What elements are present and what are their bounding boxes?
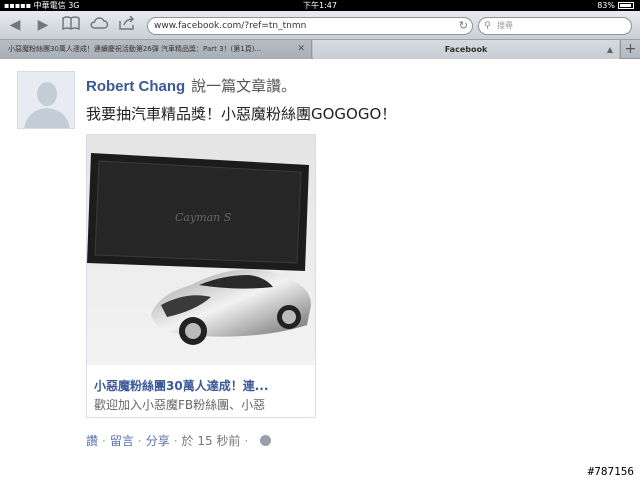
- comment-link[interactable]: 留言: [110, 434, 134, 448]
- battery-icon: [618, 2, 634, 9]
- post-header: Robert Chang 說一篇文章讚。: [86, 76, 296, 97]
- post-action: 說一篇文章讚。: [191, 77, 297, 95]
- clock: 下午1:47: [303, 1, 337, 10]
- watermark: #787156: [585, 465, 636, 478]
- loading-icon: ▲: [606, 45, 613, 54]
- globe-icon: [260, 435, 272, 446]
- like-link[interactable]: 讚: [86, 434, 98, 448]
- reload-icon[interactable]: ↻: [459, 18, 468, 34]
- post-message: 我要抽汽車精品獎！小惡魔粉絲團GOGOGO！: [86, 105, 397, 123]
- back-icon[interactable]: ◀: [4, 16, 26, 34]
- status-bar: ▪▪▪▪▪ 中華電信 3G 下午1:47 83%: [0, 0, 640, 11]
- share-link[interactable]: 分享: [146, 434, 170, 448]
- link-description: 歡迎加入小惡魔FB粉絲團、小惡: [94, 398, 266, 412]
- browser-toolbar: ◀ ▶ www.facebook.com/?ref=tn_tnmn ↻ ⚲ 搜尋: [0, 11, 640, 40]
- battery-status: 83%: [597, 0, 634, 11]
- bookmarks-icon[interactable]: [60, 16, 82, 35]
- avatar[interactable]: [17, 71, 75, 129]
- tab-label: Facebook: [444, 45, 488, 54]
- link-photo[interactable]: Cayman S: [87, 135, 315, 365]
- address-text: www.facebook.com/?ref=tn_tnmn: [154, 21, 307, 31]
- default-avatar-icon: [18, 72, 74, 128]
- cloud-tabs-icon[interactable]: [88, 16, 110, 35]
- search-icon: ⚲: [484, 21, 491, 31]
- svg-text:Cayman S: Cayman S: [175, 211, 232, 224]
- new-tab-button[interactable]: +: [620, 40, 640, 59]
- post-time[interactable]: 於 15 秒前: [182, 434, 241, 448]
- search-placeholder: 搜尋: [497, 21, 513, 30]
- link-preview-card[interactable]: Cayman S 小惡魔粉絲團30萬人達成！連... 歡迎加入小惡魔FB粉絲團、…: [86, 134, 316, 418]
- author-name[interactable]: Robert Chang: [86, 78, 185, 95]
- share-icon[interactable]: [116, 15, 138, 35]
- link-title[interactable]: 小惡魔粉絲團30萬人達成！連...: [94, 377, 268, 394]
- tab-bar: 小惡魔粉絲團30萬人達成！連續慶祝活動第26彈 汽車精品獎：Part 3！(第1…: [0, 40, 640, 59]
- tab-facebook[interactable]: Facebook ▲: [313, 40, 619, 59]
- tab-label: 小惡魔粉絲團30萬人達成！連續慶祝活動第26彈 汽車精品獎：Part 3！(第1…: [8, 45, 262, 53]
- close-tab-icon[interactable]: ✕: [297, 40, 305, 59]
- post-actions: 讚 · 留言 · 分享 · 於 15 秒前 ·: [86, 432, 272, 449]
- search-input[interactable]: ⚲ 搜尋: [478, 17, 632, 35]
- address-bar[interactable]: www.facebook.com/?ref=tn_tnmn ↻: [147, 17, 473, 35]
- tab-fanpage[interactable]: 小惡魔粉絲團30萬人達成！連續慶祝活動第26彈 汽車精品獎：Part 3！(第1…: [0, 40, 312, 59]
- battery-percent: 83%: [597, 1, 615, 10]
- forward-icon[interactable]: ▶: [32, 16, 54, 34]
